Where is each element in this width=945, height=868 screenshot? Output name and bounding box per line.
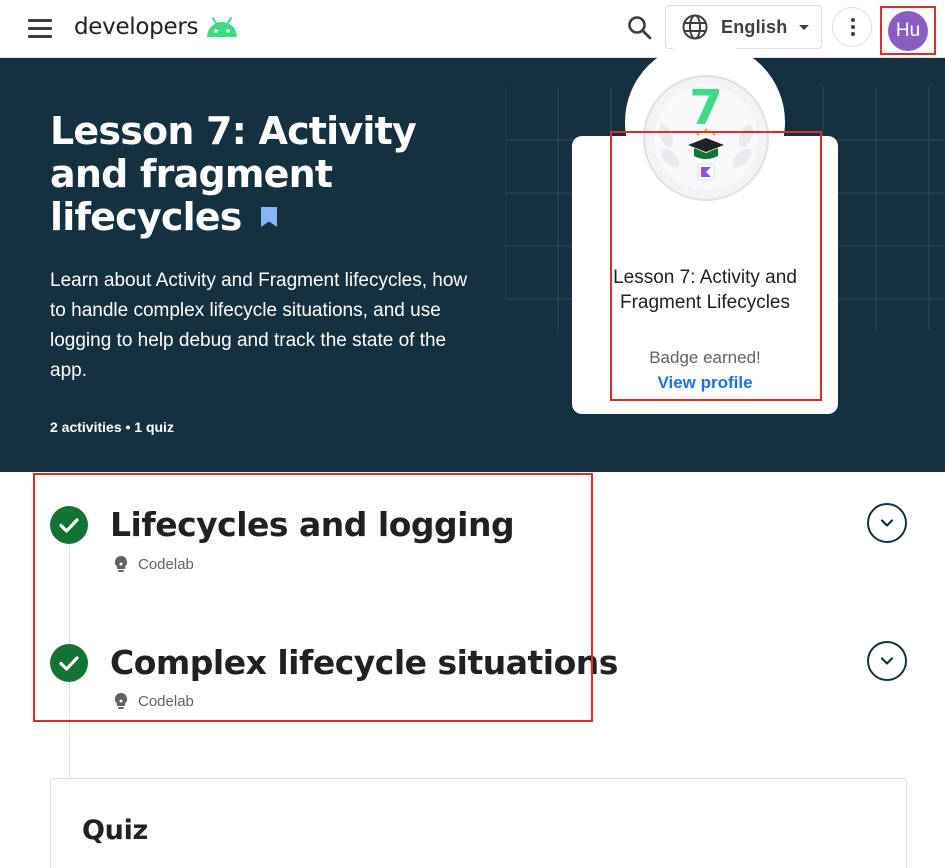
- activities-highlight: [33, 473, 593, 722]
- badge-number: 7: [689, 80, 722, 136]
- developers-logo[interactable]: developers: [74, 10, 240, 44]
- chevron-down-icon: [880, 519, 894, 527]
- logo-text: developers: [74, 14, 199, 40]
- quiz-title: Quiz: [82, 815, 148, 846]
- quiz-card[interactable]: Quiz: [50, 778, 907, 868]
- search-icon[interactable]: [624, 12, 656, 44]
- expand-activity-button[interactable]: [867, 641, 907, 681]
- more-vert-icon[interactable]: [832, 7, 872, 47]
- expand-activity-button[interactable]: [867, 503, 907, 543]
- android-logo-icon: [207, 17, 238, 37]
- lesson-description: Learn about Activity and Fragment lifecy…: [50, 270, 468, 381]
- chevron-down-icon: [880, 657, 894, 665]
- avatar[interactable]: Hu: [888, 11, 928, 51]
- globe-icon: [682, 14, 708, 40]
- page-title: Lesson 7: Activity and fragment lifecycl…: [50, 110, 470, 239]
- page-title-text: Lesson 7: Activity and fragment lifecycl…: [50, 109, 417, 239]
- badge-status: Badge earned!: [649, 348, 761, 367]
- dropdown-caret-icon: [799, 24, 810, 30]
- bookmark-icon[interactable]: [260, 206, 278, 228]
- top-app-bar: developers English Hu: [0, 0, 945, 58]
- menu-icon[interactable]: [24, 12, 56, 44]
- language-label: English: [721, 16, 788, 37]
- language-selector[interactable]: English: [665, 5, 822, 49]
- account-highlight: Hu: [880, 6, 936, 55]
- badge-title: Lesson 7: Activity and Fragment Lifecycl…: [613, 267, 797, 313]
- view-profile-link[interactable]: View profile: [596, 373, 814, 393]
- lesson-meta: 2 activities • 1 quiz: [50, 419, 174, 435]
